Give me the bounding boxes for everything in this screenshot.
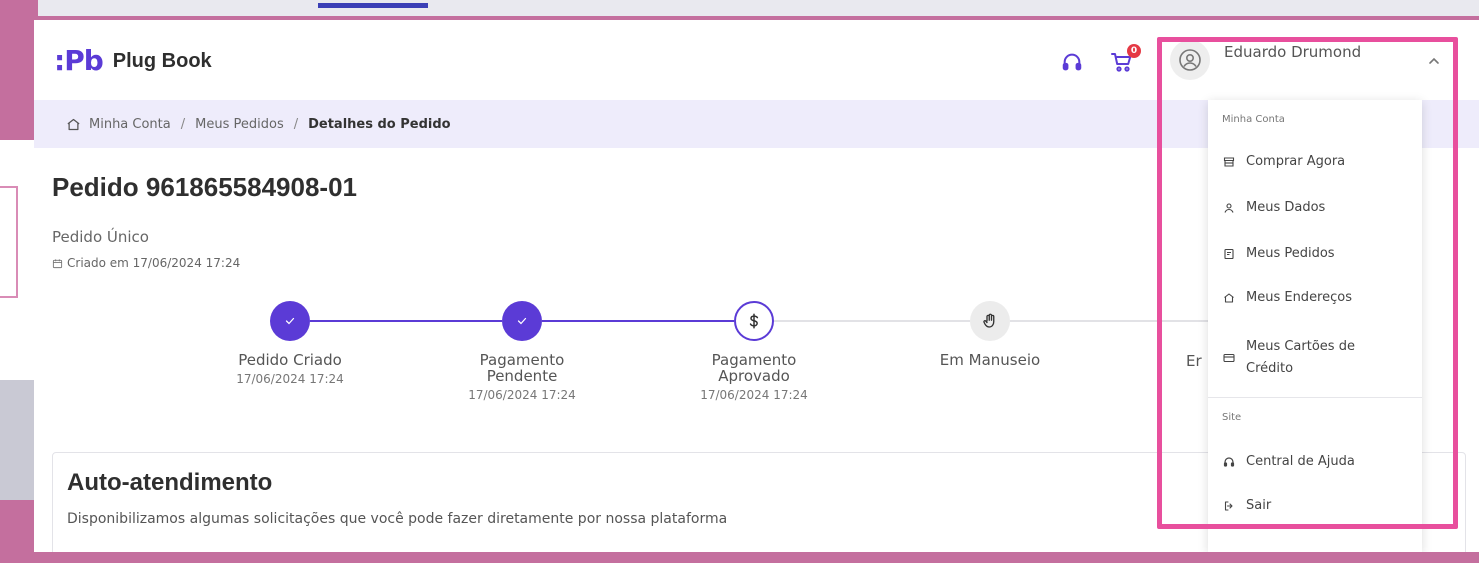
app-window: :Pb Plug Book 0 Eduardo Drumond Minha Co… [34, 20, 1479, 552]
step-connector [1010, 320, 1210, 322]
background-left-box [0, 186, 18, 298]
hand-icon [983, 313, 995, 328]
help-headset-button[interactable] [1060, 50, 1084, 74]
menu-item-meus-pedidos[interactable]: Meus Pedidos [1222, 246, 1335, 261]
menu-item-meus-cartoes[interactable]: Meus Cartões de Crédito [1222, 336, 1356, 380]
check-icon [517, 317, 527, 325]
person-icon [1224, 202, 1234, 213]
menu-item-central-de-ajuda[interactable]: Central de Ajuda [1222, 454, 1355, 469]
menu-section-site: Site [1222, 412, 1242, 423]
step-pagamento-pendente: Pagamento Pendente 17/06/2024 17:24 [437, 352, 607, 403]
step-date: 17/06/2024 17:24 [236, 372, 344, 386]
order-created-date: Criado em 17/06/2024 17:24 [52, 256, 240, 270]
step-pagamento-aprovado-marker [734, 301, 774, 341]
breadcrumb-separator: / [180, 116, 186, 132]
step-connector [310, 320, 502, 322]
menu-item-comprar-agora[interactable]: Comprar Agora [1222, 154, 1345, 169]
user-name: Eduardo Drumond [1224, 43, 1362, 61]
breadcrumb-separator: / [293, 116, 299, 132]
self-service-description: Disponibilizamos algumas solicitações qu… [67, 511, 728, 527]
headset-icon [1062, 53, 1082, 71]
dollar-icon [749, 313, 759, 329]
user-circle-icon [1179, 49, 1201, 71]
step-pagamento-pendente-marker [502, 301, 542, 341]
menu-section-minha-conta: Minha Conta [1222, 114, 1285, 125]
order-type: Pedido Único [52, 228, 149, 246]
step-connector [774, 320, 970, 322]
background-accent-bar [318, 0, 428, 8]
menu-item-label: Meus Pedidos [1246, 246, 1335, 261]
menu-item-sair[interactable]: Sair [1222, 498, 1271, 513]
headset-icon [1223, 456, 1235, 467]
step-connector [542, 320, 734, 322]
header-actions: 0 [1060, 44, 1141, 74]
brand-logo[interactable]: :Pb Plug Book [54, 46, 212, 76]
store-icon [1223, 156, 1235, 167]
header-divider [1158, 38, 1159, 84]
page-title: Pedido 961865584908-01 [52, 172, 357, 202]
menu-item-meus-dados[interactable]: Meus Dados [1222, 200, 1325, 215]
step-pedido-criado: Pedido Criado 17/06/2024 17:24 [205, 352, 375, 387]
orders-icon [1224, 248, 1234, 259]
menu-item-label: Meus Cartões de Crédito [1246, 339, 1355, 376]
logout-icon [1224, 500, 1233, 511]
user-dropdown-menu: Minha Conta Comprar Agora Meus Dados Meu… [1208, 100, 1422, 552]
step-next: Er [1186, 352, 1202, 370]
menu-item-label: Central de Ajuda [1246, 454, 1355, 469]
order-created-text: Criado em 17/06/2024 17:24 [67, 256, 241, 270]
breadcrumb-meus-pedidos[interactable]: Meus Pedidos [195, 117, 284, 132]
order-status-stepper: Pedido Criado 17/06/2024 17:24 Pagamento… [34, 294, 1234, 434]
step-label-text: Er [1186, 352, 1202, 370]
step-label-text: Pedido Criado [238, 351, 342, 369]
step-pedido-criado-marker [270, 301, 310, 341]
cart-count-badge: 0 [1127, 44, 1141, 58]
breadcrumb-minha-conta[interactable]: Minha Conta [89, 117, 171, 132]
menu-item-meus-enderecos[interactable]: Meus Endereços [1222, 290, 1352, 305]
menu-item-label: Meus Endereços [1246, 290, 1352, 305]
user-menu-toggle[interactable]: Eduardo Drumond [1170, 40, 1361, 80]
header: :Pb Plug Book 0 Eduardo Drumond [34, 20, 1479, 100]
self-service-title: Auto-atendimento [67, 469, 273, 496]
home-icon [1224, 292, 1234, 303]
background-window-top [38, 0, 1479, 16]
chevron-up-icon[interactable] [1428, 56, 1440, 66]
brand-name: Plug Book [112, 49, 212, 72]
menu-item-label: Meus Dados [1246, 200, 1326, 215]
step-label-text: Pagamento Pendente [479, 351, 565, 385]
menu-divider [1208, 397, 1422, 398]
step-date: 17/06/2024 17:24 [700, 388, 808, 402]
logo-mark: :Pb [54, 44, 104, 77]
calendar-icon [52, 258, 63, 268]
step-em-manuseio-marker [970, 301, 1010, 341]
avatar [1170, 40, 1210, 80]
step-em-manuseio: Em Manuseio [905, 352, 1075, 368]
step-label-text: Pagamento Aprovado [711, 351, 797, 385]
breadcrumb-current: Detalhes do Pedido [308, 116, 451, 132]
step-pagamento-aprovado: Pagamento Aprovado 17/06/2024 17:24 [669, 352, 839, 403]
menu-item-label: Sair [1246, 498, 1272, 513]
check-icon [285, 317, 295, 325]
step-date: 17/06/2024 17:24 [468, 388, 576, 402]
home-icon[interactable] [66, 117, 81, 132]
menu-item-label: Comprar Agora [1246, 154, 1346, 169]
credit-card-icon [1223, 353, 1235, 363]
step-label-text: Em Manuseio [939, 351, 1041, 369]
cart-button[interactable]: 0 [1110, 44, 1141, 74]
